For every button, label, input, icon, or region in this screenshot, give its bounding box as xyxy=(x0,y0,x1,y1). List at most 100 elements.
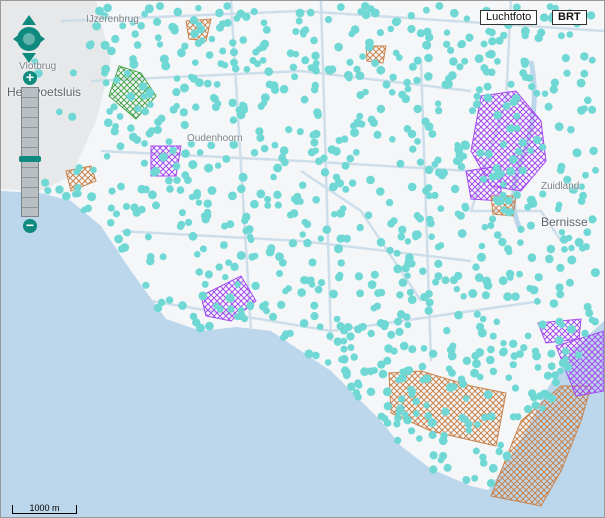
tree-marker xyxy=(427,418,437,428)
tree-marker xyxy=(463,15,471,22)
tree-marker xyxy=(502,102,511,111)
map-canvas[interactable] xyxy=(1,1,604,517)
tree-marker xyxy=(209,93,218,102)
tree-marker xyxy=(455,155,464,164)
tree-marker xyxy=(300,95,309,104)
tree-marker xyxy=(68,112,77,121)
tree-marker xyxy=(426,219,435,228)
pan-arrows-icon[interactable] xyxy=(11,13,47,65)
aerial-layer-button[interactable]: Luchtfoto xyxy=(480,10,538,25)
tree-marker xyxy=(460,293,467,300)
tree-marker xyxy=(541,90,549,97)
tree-marker xyxy=(446,382,456,392)
tree-marker xyxy=(547,349,556,358)
tree-marker xyxy=(403,415,412,425)
tree-marker xyxy=(156,41,164,48)
tree-marker xyxy=(483,93,493,103)
tree-marker xyxy=(383,402,393,411)
tree-marker xyxy=(388,89,396,96)
tree-marker xyxy=(423,6,430,14)
tree-marker xyxy=(273,190,282,199)
topo-layer-button[interactable]: BRT xyxy=(552,10,587,25)
tree-marker xyxy=(110,127,119,136)
zoom-slider-handle[interactable] xyxy=(19,156,41,163)
tree-marker xyxy=(173,75,181,82)
tree-marker xyxy=(104,118,113,127)
zoom-out-button[interactable]: − xyxy=(23,218,37,233)
tree-marker xyxy=(416,435,423,442)
tree-marker xyxy=(481,291,490,300)
tree-marker xyxy=(312,196,321,204)
tree-marker xyxy=(387,25,395,33)
tree-marker xyxy=(229,39,237,47)
tree-marker xyxy=(567,125,575,134)
tree-marker xyxy=(479,459,488,467)
tree-marker xyxy=(374,289,382,297)
tree-marker xyxy=(264,195,272,203)
tree-marker xyxy=(366,175,375,185)
tree-marker xyxy=(591,317,599,326)
tree-marker xyxy=(172,88,181,97)
tree-marker xyxy=(236,110,246,120)
tree-marker xyxy=(477,328,487,338)
tree-marker xyxy=(475,348,485,357)
tree-marker xyxy=(462,416,470,424)
tree-marker xyxy=(177,220,186,229)
tree-marker xyxy=(450,8,459,18)
tree-marker xyxy=(90,166,97,174)
zoom-control: + − xyxy=(19,70,41,233)
tree-marker xyxy=(376,187,385,196)
tree-marker xyxy=(498,237,507,247)
tree-marker xyxy=(110,103,118,111)
tree-marker xyxy=(166,185,174,193)
tree-marker xyxy=(165,296,174,304)
tree-marker xyxy=(189,74,198,83)
tree-marker xyxy=(413,212,421,219)
tree-marker xyxy=(314,111,323,119)
tree-marker xyxy=(213,302,220,310)
tree-marker xyxy=(273,163,282,173)
zoom-in-button[interactable]: + xyxy=(23,70,37,85)
tree-marker xyxy=(259,302,268,311)
tree-marker xyxy=(222,155,231,163)
tree-marker xyxy=(376,104,386,114)
tree-marker xyxy=(134,105,142,113)
tree-marker xyxy=(481,223,488,231)
tree-marker xyxy=(354,272,363,281)
tree-marker xyxy=(567,255,577,265)
tree-marker xyxy=(236,251,246,260)
zoom-slider-track[interactable] xyxy=(19,87,41,217)
tree-marker xyxy=(178,301,187,310)
tree-marker xyxy=(428,233,435,240)
tree-marker xyxy=(237,184,246,194)
tree-marker xyxy=(493,318,501,326)
tree-marker xyxy=(133,41,142,49)
tree-marker xyxy=(499,140,507,149)
tree-marker xyxy=(102,79,110,87)
tree-marker xyxy=(544,102,553,111)
tree-marker xyxy=(113,76,121,84)
tree-marker xyxy=(62,191,71,201)
tree-marker xyxy=(580,69,589,78)
tree-marker xyxy=(218,20,227,28)
tree-marker xyxy=(449,342,457,350)
tree-marker xyxy=(517,239,524,246)
tree-marker xyxy=(176,186,185,194)
tree-marker xyxy=(488,463,498,473)
tree-marker xyxy=(180,120,189,130)
map-viewport[interactable]: IJzerenbrug Vlotbrug Hellevoetsluis Oude… xyxy=(0,0,605,518)
tree-marker xyxy=(359,53,366,60)
tree-marker xyxy=(408,345,417,354)
tree-marker xyxy=(407,129,417,139)
tree-marker xyxy=(533,135,542,145)
tree-marker xyxy=(509,339,518,348)
tree-marker xyxy=(276,270,283,277)
tree-marker xyxy=(288,239,298,248)
tree-marker xyxy=(389,73,397,82)
tree-marker xyxy=(390,347,398,355)
tree-marker xyxy=(231,64,240,73)
tree-marker xyxy=(401,264,410,273)
tree-marker xyxy=(479,315,487,323)
tree-marker xyxy=(412,410,420,417)
tree-marker xyxy=(474,421,481,428)
